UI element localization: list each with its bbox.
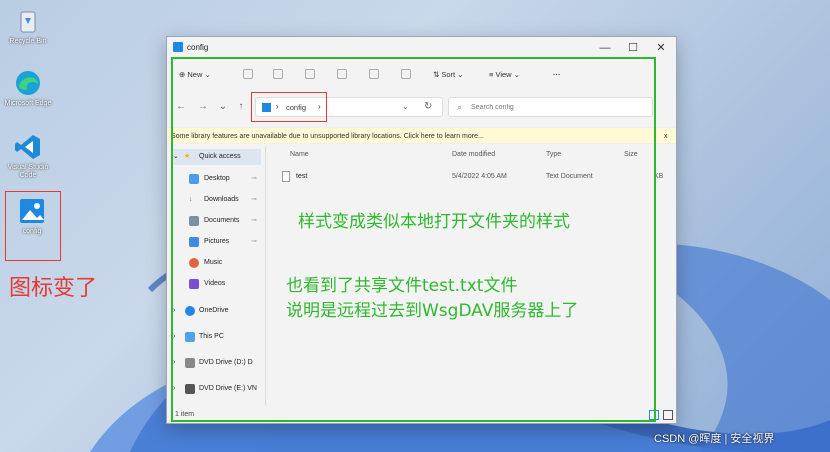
desktop-icon-recycle-bin[interactable]: Recycle Bin [4,6,52,46]
desktop-icon-edge[interactable]: Microsoft Edge [4,68,52,108]
recycle-bin-icon [13,6,43,36]
title-bar[interactable]: config — ☐ ✕ [167,37,676,59]
watermark: CSDN @晖度 | 安全视界 [654,433,775,445]
edge-icon [13,68,43,98]
annotation-style-changed: 样式变成类似本地打开文件夹的样式 [298,212,570,232]
folder-image-icon [173,42,183,52]
window-highlight-box [171,57,656,422]
vscode-icon [13,132,43,162]
desktop-icon-vscode[interactable]: Visual Studio Code [4,132,52,180]
close-button[interactable]: ✕ [651,40,671,56]
desktop-icon-label: Visual Studio Code [7,164,49,179]
annotation-icon-changed: 图标变了 [9,276,98,301]
annotation-explain: 说明是远程过去到WsgDAV服务器上了 [286,301,579,321]
tiles-view-icon[interactable] [663,410,673,420]
desktop-icon-label: Microsoft Edge [4,100,52,107]
minimize-button[interactable]: — [595,40,615,56]
window-title: config [187,43,209,52]
icon-highlight-box [5,191,61,261]
desktop-icon-label: Recycle Bin [9,38,47,45]
maximize-button[interactable]: ☐ [623,40,643,56]
info-bar-close-icon[interactable]: x [664,128,668,145]
annotation-see-shared-file: 也看到了共享文件test.txt文件 [286,276,518,296]
